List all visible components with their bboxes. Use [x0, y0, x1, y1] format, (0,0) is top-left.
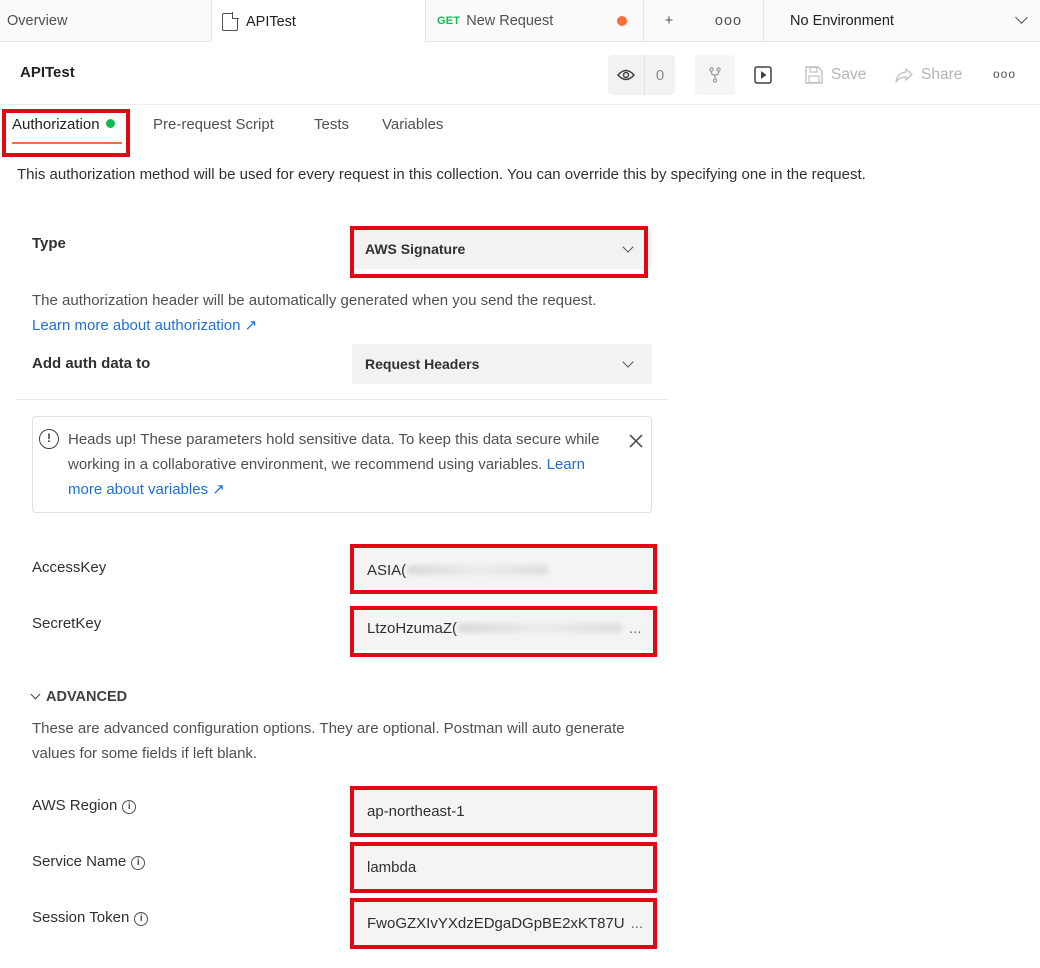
auth-header-note: The authorization header will be automat… [32, 288, 597, 338]
close-icon[interactable] [628, 433, 644, 449]
chevron-down-icon [30, 689, 41, 700]
access-key-label: AccessKey [32, 559, 107, 576]
run-button[interactable] [754, 55, 780, 95]
type-label: Type [32, 235, 66, 252]
auth-type-value: AWS Signature [365, 241, 466, 257]
session-token-ellipsis: ... [630, 914, 644, 932]
tab-collection-label: APITest [246, 13, 296, 30]
fork-button[interactable] [695, 55, 735, 95]
service-name-input[interactable]: lambda [352, 845, 655, 889]
secret-key-ellipsis: ... [629, 619, 642, 637]
section-divider [17, 399, 668, 400]
fork-icon [709, 67, 721, 83]
secret-key-label: SecretKey [32, 615, 102, 632]
service-name-value: lambda [367, 858, 417, 876]
more-options-button[interactable]: ooo [993, 67, 1016, 81]
save-icon [805, 66, 823, 84]
aws-region-input[interactable]: ap-northeast-1 [352, 789, 655, 833]
tab-collection[interactable]: APITest [212, 0, 426, 43]
collection-header: APITest 0 Save Share ooo [0, 43, 1040, 105]
collection-subtabs: Authorization Pre-request Script Tests V… [0, 106, 1040, 156]
tab-overview-label: Overview [7, 13, 68, 29]
share-label: Share [921, 66, 963, 83]
aws-region-value: ap-northeast-1 [367, 802, 465, 820]
page-title: APITest [20, 64, 75, 81]
advanced-note: These are advanced configuration options… [32, 720, 625, 762]
tab-options-button[interactable]: ooo [694, 0, 764, 42]
session-token-input[interactable]: FwoGZXIvYXdzEDgaDGpBE2xKT87U ... [352, 901, 655, 945]
active-status-dot-icon [105, 119, 115, 128]
chevron-down-icon [1015, 11, 1028, 24]
auth-description: This authorization method will be used f… [17, 166, 866, 183]
advanced-title: ADVANCED [46, 689, 128, 705]
new-tab-button[interactable]: + [644, 0, 694, 42]
tab-overview[interactable]: Overview [0, 0, 212, 42]
tab-pre-request-script[interactable]: Pre-request Script [153, 116, 274, 133]
session-token-value: FwoGZXIvYXdzEDgaDGpBE2xKT87U [367, 914, 625, 932]
tab-authorization-label: Authorization [12, 116, 100, 133]
aws-region-label: AWS Region i [32, 797, 137, 814]
share-icon [895, 68, 913, 83]
session-token-label-text: Session Token [32, 909, 130, 926]
watch-count: 0 [655, 66, 665, 84]
aws-region-label-text: AWS Region [32, 797, 118, 814]
play-icon [754, 66, 772, 84]
add-auth-data-value: Request Headers [365, 356, 480, 372]
alert-message: Heads up! These parameters hold sensitiv… [68, 427, 608, 502]
secret-key-input[interactable]: LtzoHzumaZ( ... [352, 606, 655, 650]
info-alert-icon: ! [39, 429, 59, 449]
tab-new-request-label: New Request [466, 13, 554, 29]
session-token-label: Session Token i [32, 909, 149, 926]
chevron-down-icon [622, 241, 634, 253]
tab-authorization[interactable]: Authorization [12, 116, 115, 133]
alert-text: Heads up! These parameters hold sensitiv… [68, 431, 600, 473]
save-button[interactable]: Save [805, 55, 866, 95]
add-auth-data-label: Add auth data to [32, 355, 151, 372]
redacted-blur [407, 565, 550, 575]
auth-header-note-text: The authorization header will be automat… [32, 292, 597, 309]
share-button[interactable]: Share [895, 55, 962, 95]
service-name-label: Service Name i [32, 853, 146, 870]
watch-button[interactable]: 0 [608, 55, 675, 95]
environment-label: No Environment [790, 13, 894, 29]
tab-variables[interactable]: Variables [382, 116, 443, 133]
collection-document-icon [222, 11, 239, 31]
redacted-blur [458, 623, 624, 633]
learn-more-authorization-link[interactable]: Learn more about authorization ↗ [32, 313, 597, 338]
info-icon[interactable]: i [122, 800, 137, 814]
request-method-badge: GET [437, 15, 461, 27]
eye-icon [608, 55, 645, 95]
access-key-input[interactable]: ASIA( [352, 548, 655, 592]
active-tab-indicator [12, 142, 122, 144]
tab-strip: Overview APITest GET New Request + ooo N… [0, 0, 1040, 43]
chevron-down-icon [622, 356, 634, 368]
unsaved-dot-icon [617, 16, 627, 26]
info-icon[interactable]: i [134, 912, 149, 926]
environment-selector[interactable]: No Environment [764, 0, 1040, 42]
service-name-label-text: Service Name [32, 853, 127, 870]
tab-tests[interactable]: Tests [314, 116, 349, 133]
sensitive-data-alert: ! Heads up! These parameters hold sensit… [32, 416, 652, 513]
secret-key-value: LtzoHzumaZ( [367, 619, 458, 637]
tab-new-request[interactable]: GET New Request [426, 0, 644, 42]
save-label: Save [831, 66, 867, 83]
add-auth-data-select[interactable]: Request Headers [352, 344, 652, 384]
advanced-toggle[interactable]: ADVANCED [30, 689, 128, 705]
info-icon[interactable]: i [131, 856, 146, 870]
auth-type-select[interactable]: AWS Signature [352, 229, 652, 269]
access-key-value: ASIA( [367, 561, 407, 579]
